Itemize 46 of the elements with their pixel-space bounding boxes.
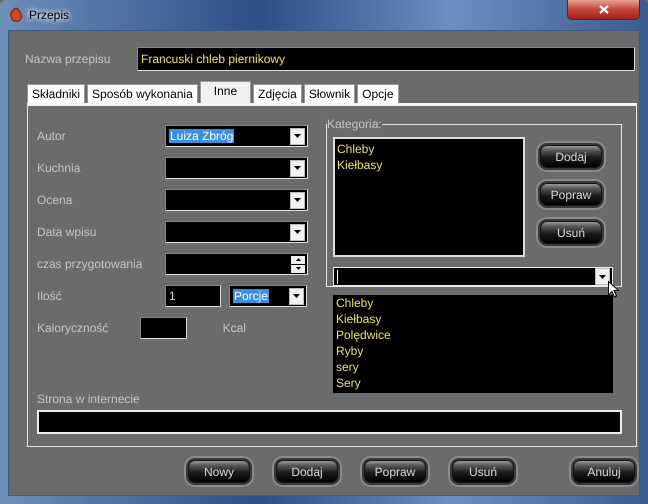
tab[interactable]: Opcje: [357, 84, 399, 103]
list-item[interactable]: Kiełbasy: [337, 157, 382, 173]
dropdown-option[interactable]: Sery: [336, 375, 361, 391]
field-label: czas przygotowania: [37, 257, 144, 271]
app-icon: [9, 7, 23, 23]
field-label: Kaloryczność: [37, 321, 110, 335]
tab[interactable]: Słownik: [304, 84, 356, 103]
amount-field[interactable]: 1: [165, 285, 221, 307]
field-label: Data wpisu: [37, 225, 98, 239]
dropdown-option[interactable]: sery: [336, 359, 359, 375]
close-icon: [598, 5, 608, 14]
caret-icon: [599, 274, 606, 278]
category-dropdown[interactable]: [333, 267, 613, 286]
unit-label: Kcal: [222, 321, 247, 335]
spin-field[interactable]: [165, 253, 308, 275]
caret-icon: [294, 134, 301, 138]
caret-icon: [293, 294, 300, 298]
dropdown-field[interactable]: [165, 189, 308, 211]
recipe-name-field[interactable]: Francuski chleb piernikowy: [137, 47, 635, 71]
list-item[interactable]: Chleby: [337, 141, 374, 157]
caret-icon: [294, 198, 301, 202]
field-label: Autor: [37, 129, 67, 143]
tab[interactable]: Sposób wykonania: [87, 84, 198, 103]
tab[interactable]: Składniki: [27, 84, 86, 103]
website-field[interactable]: [37, 410, 622, 434]
field-label: Kuchnia: [37, 161, 82, 175]
spin-up-icon[interactable]: [296, 258, 300, 261]
dropdown-field[interactable]: [165, 221, 308, 243]
field-label: Strona w internecie: [37, 392, 141, 406]
spin-down-icon[interactable]: [296, 267, 300, 270]
window-title: Przepis: [29, 8, 70, 22]
group-label: Kategoria:: [327, 117, 382, 131]
dropdown-option[interactable]: Ryby: [336, 343, 364, 359]
dropdown-option[interactable]: Chleby: [336, 295, 374, 311]
dropdown-option[interactable]: Kiełbasy: [336, 311, 382, 327]
tab[interactable]: Zdjęcia: [253, 84, 302, 103]
caret-icon: [294, 166, 301, 170]
dropdown-field[interactable]: [165, 157, 308, 179]
calories-field[interactable]: [140, 317, 187, 339]
caret-icon: [294, 230, 301, 234]
close-button[interactable]: [567, 0, 640, 20]
dropdown-option[interactable]: Polędwice: [336, 327, 391, 343]
field-label: Nazwa przepisu: [25, 52, 112, 66]
field-label: Ocena: [37, 193, 74, 207]
field-label: Ilość: [37, 289, 63, 303]
tab[interactable]: Inne: [200, 81, 252, 104]
